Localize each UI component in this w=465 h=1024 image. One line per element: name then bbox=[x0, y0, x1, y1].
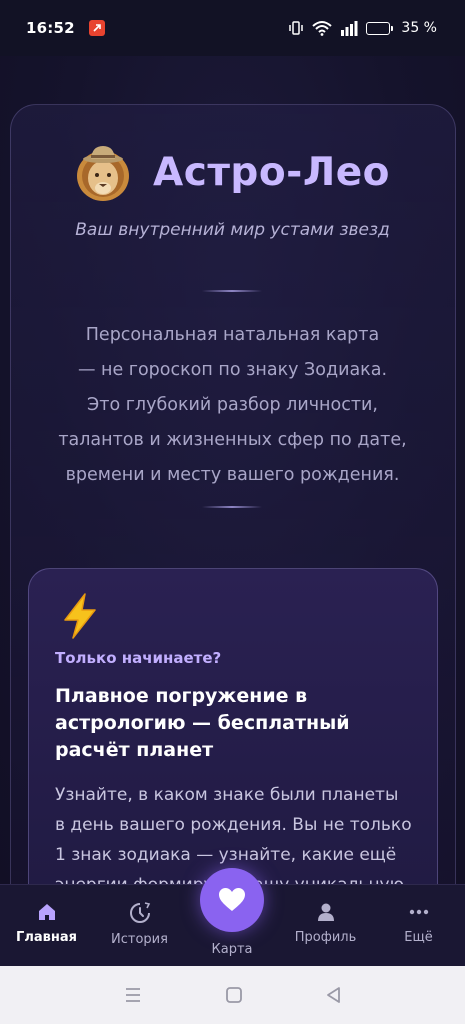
heart-icon bbox=[219, 888, 245, 911]
vibrate-icon bbox=[288, 20, 304, 36]
intro-text: Персональная натальная карта — не гороск… bbox=[40, 318, 425, 493]
battery-icon bbox=[366, 21, 394, 35]
more-icon bbox=[409, 909, 428, 915]
nav-more-label: Ещё bbox=[404, 930, 433, 945]
status-time: 16:52 bbox=[26, 19, 75, 37]
home-icon bbox=[38, 904, 55, 920]
tagline: Ваш внутренний мир устами звезд bbox=[75, 220, 390, 240]
card-title: Плавное погружение в астрологию — беспла… bbox=[55, 685, 350, 761]
app-title: Астро-Лео bbox=[153, 149, 390, 195]
nav-history-label: История bbox=[111, 932, 168, 947]
divider-top bbox=[202, 290, 262, 292]
intro-line: времени и месту вашего рождения. bbox=[65, 465, 400, 485]
nav-more[interactable]: Ещё bbox=[372, 885, 465, 967]
system-nav-bar bbox=[0, 966, 465, 1024]
intro-line: — не гороскоп по знаку Зодиака. bbox=[77, 360, 388, 380]
battery-percent: 35 % bbox=[401, 20, 437, 36]
status-left: 16:52 bbox=[26, 19, 105, 37]
nav-history[interactable]: История bbox=[93, 885, 186, 967]
intro-line: талантов и жизненных сфер по дате, bbox=[58, 430, 407, 450]
wifi-icon bbox=[312, 20, 333, 36]
lightning-icon bbox=[64, 593, 96, 639]
chart-fab-button[interactable] bbox=[200, 868, 264, 932]
status-bar: 16:52 35 % bbox=[0, 0, 465, 56]
intro-line: Персональная натальная карта bbox=[85, 325, 380, 345]
brand-header: Астро-Лео bbox=[0, 142, 465, 202]
nav-profile-label: Профиль bbox=[294, 930, 357, 945]
nav-home-label: Главная bbox=[16, 930, 77, 945]
card-eyebrow: Только начинаете? bbox=[55, 649, 222, 667]
profile-icon bbox=[317, 903, 334, 921]
notification-app-icon bbox=[88, 20, 105, 36]
nav-profile[interactable]: Профиль bbox=[279, 885, 372, 967]
nav-chart-label: Карта bbox=[211, 942, 253, 957]
lion-logo bbox=[77, 146, 130, 201]
free-planets-card[interactable]: Только начинаете? Плавное погружение в а… bbox=[28, 568, 438, 884]
signal-icon bbox=[340, 20, 358, 36]
main-content[interactable]: Астро-Лео Ваш внутренний мир устами звез… bbox=[0, 56, 465, 884]
recents-icon[interactable] bbox=[123, 986, 143, 1004]
nav-home[interactable]: Главная bbox=[0, 885, 93, 967]
home-button-icon[interactable] bbox=[225, 986, 243, 1004]
back-icon[interactable] bbox=[325, 986, 343, 1004]
status-right: 35 % bbox=[288, 20, 437, 36]
intro-line: Это глубокий разбор личности, bbox=[87, 395, 378, 415]
history-icon bbox=[129, 902, 150, 923]
divider-bottom bbox=[202, 506, 262, 508]
